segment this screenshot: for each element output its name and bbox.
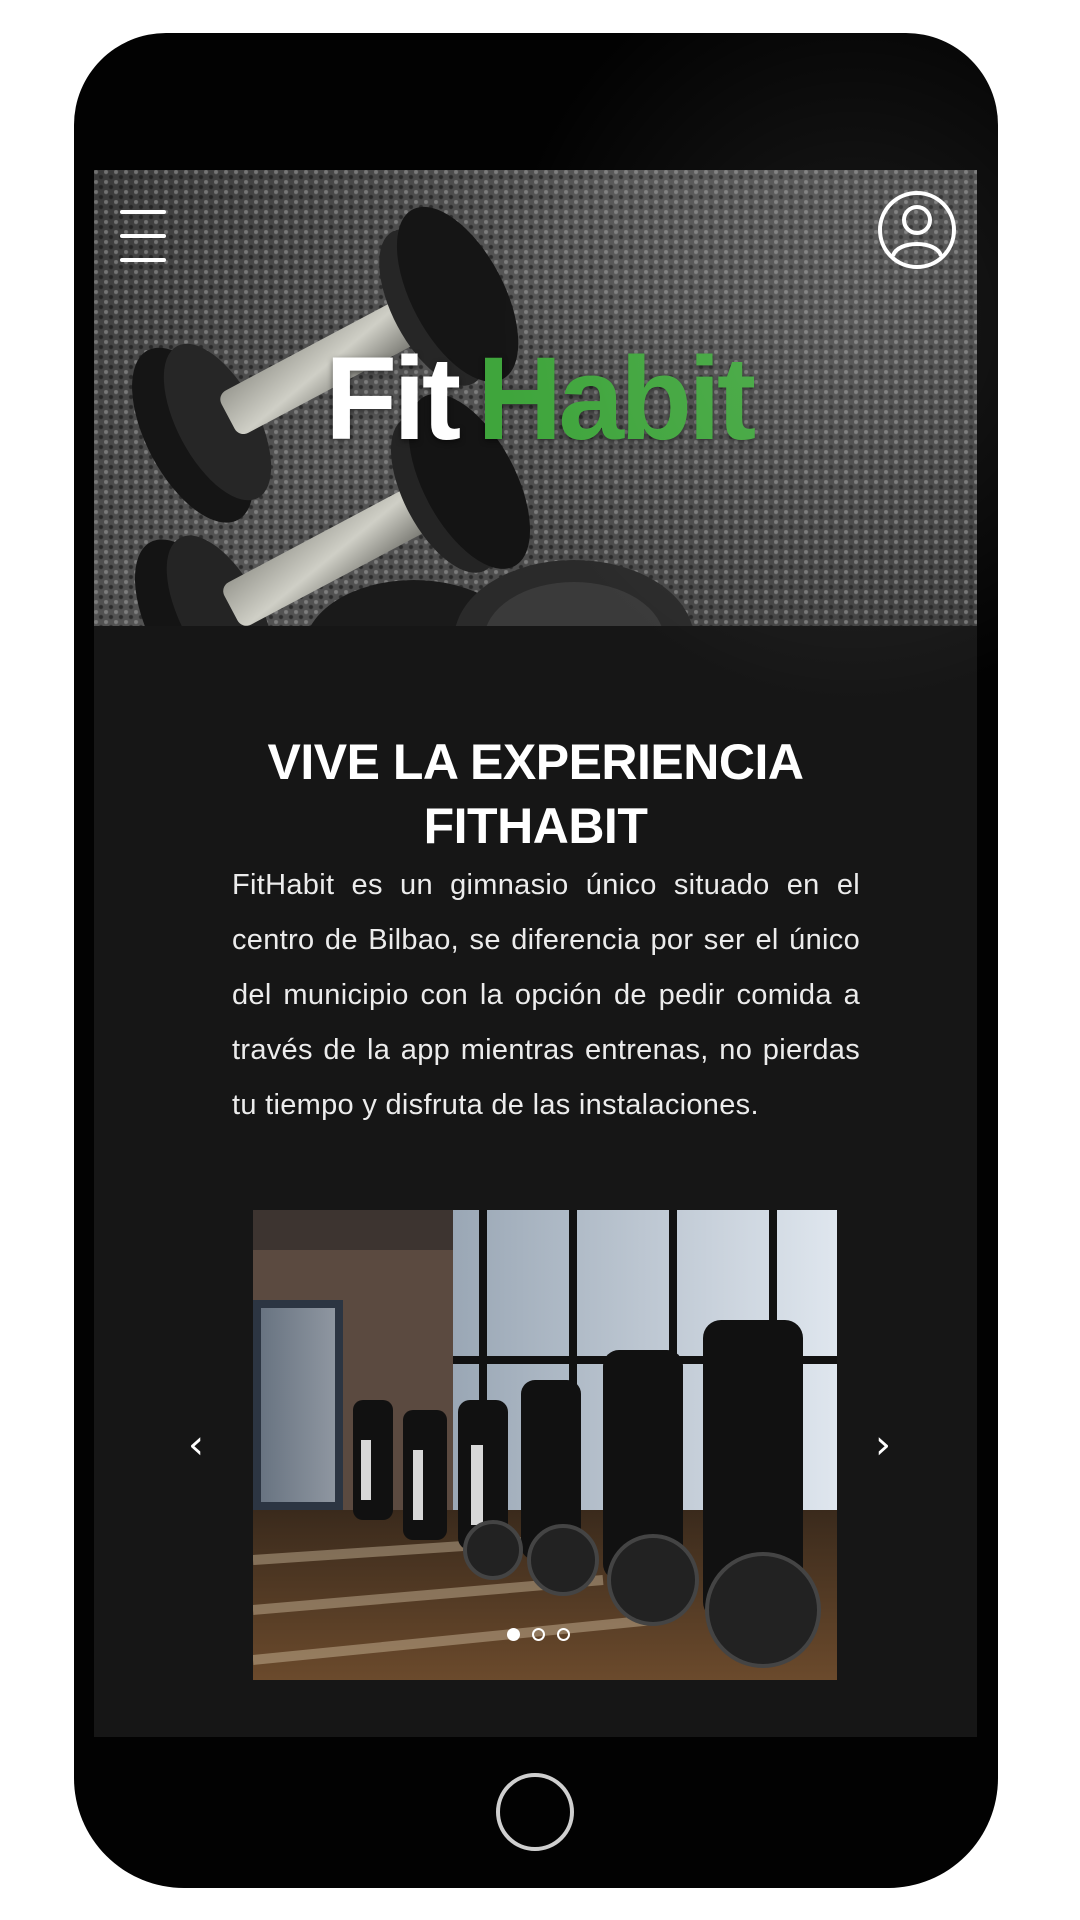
phone-frame: Fit Habit VIVE LA EXPERIENCIA FITHABIT F… xyxy=(74,33,998,1888)
home-button-icon[interactable] xyxy=(496,1773,574,1851)
carousel-dot-2[interactable] xyxy=(532,1628,545,1641)
intro-paragraph: FitHabit es un gimnasio único situado en… xyxy=(232,869,860,1121)
image-carousel: ‹ › xyxy=(94,1210,977,1680)
carousel-dot-1[interactable] xyxy=(507,1628,520,1641)
logo-fit: Fit xyxy=(325,333,461,465)
menu-line xyxy=(120,258,166,262)
spinning-bikes-image xyxy=(253,1210,837,1680)
user-account-icon[interactable] xyxy=(877,190,957,270)
carousel-dot-3[interactable] xyxy=(557,1628,570,1641)
carousel-next-button[interactable]: › xyxy=(863,1415,903,1475)
fithabit-logo: Fit Habit xyxy=(325,333,756,465)
carousel-indicators xyxy=(507,1628,570,1641)
hero-banner: Fit Habit xyxy=(94,170,977,626)
carousel-slide xyxy=(253,1210,837,1680)
page-title: VIVE LA EXPERIENCIA FITHABIT xyxy=(94,730,977,858)
logo-habit: Habit xyxy=(477,333,756,465)
menu-line xyxy=(120,210,166,214)
menu-line xyxy=(120,234,166,238)
carousel-prev-button[interactable]: ‹ xyxy=(176,1415,216,1475)
title-line-1: VIVE LA EXPERIENCIA xyxy=(267,734,804,790)
hamburger-menu-button[interactable] xyxy=(120,210,166,266)
title-line-2: FITHABIT xyxy=(423,798,648,854)
app-screen: Fit Habit VIVE LA EXPERIENCIA FITHABIT F… xyxy=(94,170,977,1737)
